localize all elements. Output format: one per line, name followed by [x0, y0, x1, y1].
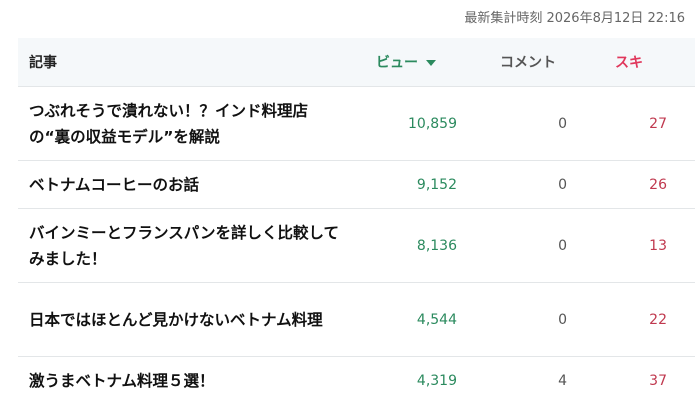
- table-header: 記事 ビュー コメント スキ: [18, 38, 695, 87]
- article-title-link[interactable]: ベトナムコーヒーのお話: [18, 172, 361, 198]
- views-count: 9,152: [416, 176, 457, 193]
- views-count: 10,859: [408, 115, 457, 132]
- likes-count: 26: [649, 176, 667, 193]
- article-title-link[interactable]: つぶれそうで潰れない！？インド料理店の“裏の収益モデル”を解説: [18, 98, 361, 150]
- sort-descending-icon[interactable]: [426, 60, 436, 66]
- likes-count: 37: [649, 372, 667, 389]
- comments-count: 0: [558, 115, 567, 132]
- likes-count: 13: [649, 237, 667, 254]
- comments-count: 4: [558, 372, 567, 389]
- comments-count: 0: [558, 176, 567, 193]
- last-updated-timestamp: 最新集計時刻 2026年8月12日 22:16: [464, 11, 685, 26]
- column-header-views-label: ビュー: [376, 55, 418, 71]
- column-header-comments[interactable]: コメント: [496, 52, 615, 72]
- table-row[interactable]: 激うまベトナム料理５選！ 4,319 4 37: [18, 357, 695, 404]
- table-row[interactable]: ベトナムコーヒーのお話 9,152 0 26: [18, 161, 695, 209]
- table-row[interactable]: バインミーとフランスパンを詳しく比較してみました！ 8,136 0 13: [18, 209, 695, 283]
- column-header-views[interactable]: ビュー: [361, 52, 496, 72]
- views-count: 8,136: [416, 237, 457, 254]
- article-title-link[interactable]: 激うまベトナム料理５選！: [18, 368, 361, 394]
- article-stats-table: 記事 ビュー コメント スキ つぶれそうで潰れない！？インド料理店の“裏の収益モ…: [18, 38, 695, 404]
- article-title-link[interactable]: 日本ではほとんど見かけないベトナム料理: [18, 307, 361, 333]
- likes-count: 27: [649, 115, 667, 132]
- comments-count: 0: [558, 237, 567, 254]
- column-header-likes[interactable]: スキ: [615, 52, 643, 72]
- table-row[interactable]: つぶれそうで潰れない！？インド料理店の“裏の収益モデル”を解説 10,859 0…: [18, 87, 695, 161]
- article-title-link[interactable]: バインミーとフランスパンを詳しく比較してみました！: [18, 220, 361, 272]
- views-count: 4,544: [416, 311, 457, 328]
- comments-count: 0: [558, 311, 567, 328]
- views-count: 4,319: [416, 372, 457, 389]
- likes-count: 22: [649, 311, 667, 328]
- table-row[interactable]: 日本ではほとんど見かけないベトナム料理 4,544 0 22: [18, 283, 695, 357]
- column-header-article: 記事: [29, 55, 57, 71]
